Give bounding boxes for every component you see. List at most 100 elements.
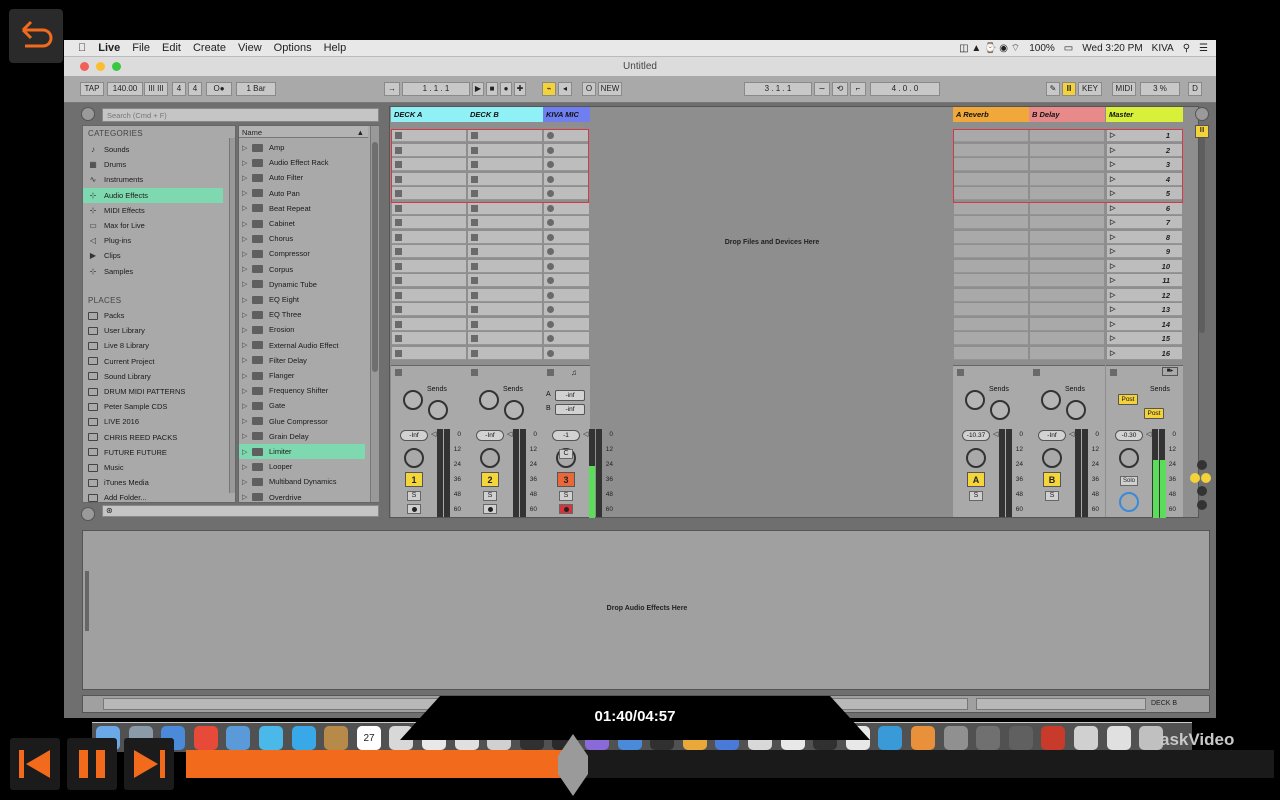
place-item[interactable]: DRUM MIDI PATTERNS (83, 384, 223, 399)
expand-arrow-icon[interactable]: ▷ (242, 326, 252, 334)
post-button-a[interactable]: Post (1118, 394, 1138, 405)
solo-cue-button[interactable]: Solo (1120, 476, 1138, 486)
draw-mode-button[interactable]: ✎ (1046, 82, 1060, 96)
name-column-header[interactable]: Name ▲ (239, 126, 368, 138)
place-item[interactable]: Current Project (83, 354, 223, 369)
crossfade-button[interactable]: C (559, 449, 573, 459)
volume-field[interactable]: -Inf (400, 430, 428, 441)
calendar-icon[interactable]: 27 (357, 726, 381, 750)
send-b-knob[interactable] (990, 400, 1010, 420)
status-icons[interactable]: ◫ ▲ ⌚ ◉ ⌔ (959, 42, 1020, 55)
solo-button[interactable]: S (1045, 491, 1059, 501)
clip-slot[interactable] (392, 216, 466, 229)
scene-play-icon[interactable]: ▷ (1110, 216, 1115, 229)
clip-slot[interactable] (544, 216, 589, 229)
track-header[interactable]: B Delay (1029, 107, 1105, 122)
clip-slot[interactable] (544, 274, 589, 287)
browser-item[interactable]: ▷ EQ Eight (239, 292, 365, 307)
clip-slot[interactable] (544, 230, 589, 244)
track-header[interactable]: Master (1106, 107, 1183, 122)
track-header[interactable]: A Reverb (953, 107, 1029, 122)
loop-start-field[interactable]: 3 . 1 . 1 (744, 82, 812, 96)
scene-launch[interactable]: ▷ 6 (1107, 201, 1182, 215)
browser-item[interactable]: ▷ Flanger (239, 368, 365, 383)
clip-slot[interactable] (544, 303, 589, 316)
clip-slot[interactable] (954, 230, 1028, 244)
clip-stop-icon[interactable] (471, 262, 478, 270)
clip-slot[interactable] (392, 332, 466, 345)
track-stop-icon[interactable] (547, 369, 554, 376)
clip-slot[interactable] (392, 201, 466, 215)
browser-scrollbar[interactable] (370, 126, 379, 502)
io-toggle-icons[interactable] (1190, 460, 1212, 516)
dock-app-icon[interactable] (226, 726, 251, 750)
arm-button[interactable] (483, 504, 497, 514)
browser-item[interactable]: ▷ Overdrive (239, 490, 365, 505)
automation-arm-button[interactable]: ⌁ (542, 82, 556, 96)
category-item[interactable]: ▶ Clips (83, 248, 223, 263)
category-item[interactable]: ⊹ Audio Effects (83, 187, 223, 203)
send-b-knob[interactable] (428, 400, 448, 420)
browser-toggle-icon[interactable] (81, 107, 95, 121)
midi-map-button[interactable]: MIDI (1112, 82, 1136, 96)
clip-slot[interactable] (1030, 201, 1104, 215)
arm-circle-icon[interactable] (547, 219, 554, 226)
browser-item[interactable]: ▷ Corpus (239, 262, 365, 277)
new-button[interactable]: NEW (598, 82, 622, 96)
clip-slot[interactable] (468, 274, 542, 287)
browser-item[interactable]: ▷ Chorus (239, 231, 365, 246)
track-activator-button[interactable]: 1 (405, 472, 423, 487)
expand-arrow-icon[interactable]: ▷ (242, 265, 252, 273)
scene-launch[interactable]: ▷ 12 (1107, 288, 1182, 302)
clip-slot[interactable] (468, 317, 542, 331)
place-item[interactable]: Peter Sample CDS (83, 399, 223, 414)
browser-item[interactable]: ▷ Erosion (239, 322, 365, 337)
clip-slot[interactable] (1030, 303, 1104, 316)
clip-slot[interactable] (468, 259, 542, 273)
arm-circle-icon[interactable] (547, 204, 554, 212)
re-enable-automation-button[interactable]: ◂ (558, 82, 572, 96)
clip-slot[interactable] (954, 201, 1028, 215)
clip-slot[interactable] (1030, 346, 1104, 360)
arm-circle-icon[interactable] (547, 233, 554, 241)
expand-arrow-icon[interactable]: ▷ (242, 478, 252, 486)
clip-slot[interactable] (392, 245, 466, 258)
pause-button[interactable] (67, 738, 117, 790)
place-item[interactable]: User Library (83, 323, 223, 338)
spotlight-icon[interactable]: ⚲ (1183, 43, 1190, 54)
dock-app-icon[interactable] (1106, 726, 1131, 750)
scene-play-icon[interactable]: ▷ (1110, 202, 1115, 215)
clip-stop-icon[interactable] (471, 320, 478, 328)
back-button[interactable] (9, 9, 63, 63)
clip-slot[interactable] (392, 317, 466, 331)
signature-denominator[interactable]: 4 (188, 82, 202, 96)
track-stop-icon[interactable] (395, 369, 402, 376)
place-item[interactable]: Live 8 Library (83, 338, 223, 353)
volume-field[interactable]: -0.30 (1115, 430, 1143, 441)
category-item[interactable]: ♪ Sounds (83, 142, 223, 157)
clip-slot[interactable] (1030, 332, 1104, 345)
send-a-field[interactable]: -inf (555, 390, 585, 401)
volume-field[interactable]: -Inf (1038, 430, 1066, 441)
clip-slot[interactable] (544, 332, 589, 345)
menu-edit[interactable]: Edit (156, 42, 187, 54)
clip-stop-icon[interactable] (395, 306, 402, 313)
place-item[interactable]: Music (83, 460, 223, 475)
expand-arrow-icon[interactable]: ▷ (242, 204, 252, 212)
dock-app-icon[interactable] (193, 726, 218, 750)
clip-stop-icon[interactable] (395, 233, 402, 241)
scene-launch[interactable]: ▷ 9 (1107, 245, 1182, 258)
notification-center-icon[interactable]: ☰ (1199, 43, 1208, 54)
expand-arrow-icon[interactable]: ▷ (242, 372, 252, 380)
next-button[interactable] (124, 738, 174, 790)
previous-button[interactable] (10, 738, 60, 790)
scene-launch[interactable]: ▷ 15 (1107, 332, 1182, 345)
clip-slot[interactable] (1030, 259, 1104, 273)
track-activator-button[interactable]: 3 (557, 472, 575, 487)
preview-toggle-icon[interactable]: ⊛ (106, 506, 113, 515)
arm-circle-icon[interactable] (547, 277, 554, 284)
solo-button[interactable]: S (559, 491, 573, 501)
browser-item[interactable]: ▷ Filter Delay (239, 353, 365, 368)
clip-slot[interactable] (392, 259, 466, 273)
send-b-field[interactable]: -inf (555, 404, 585, 415)
